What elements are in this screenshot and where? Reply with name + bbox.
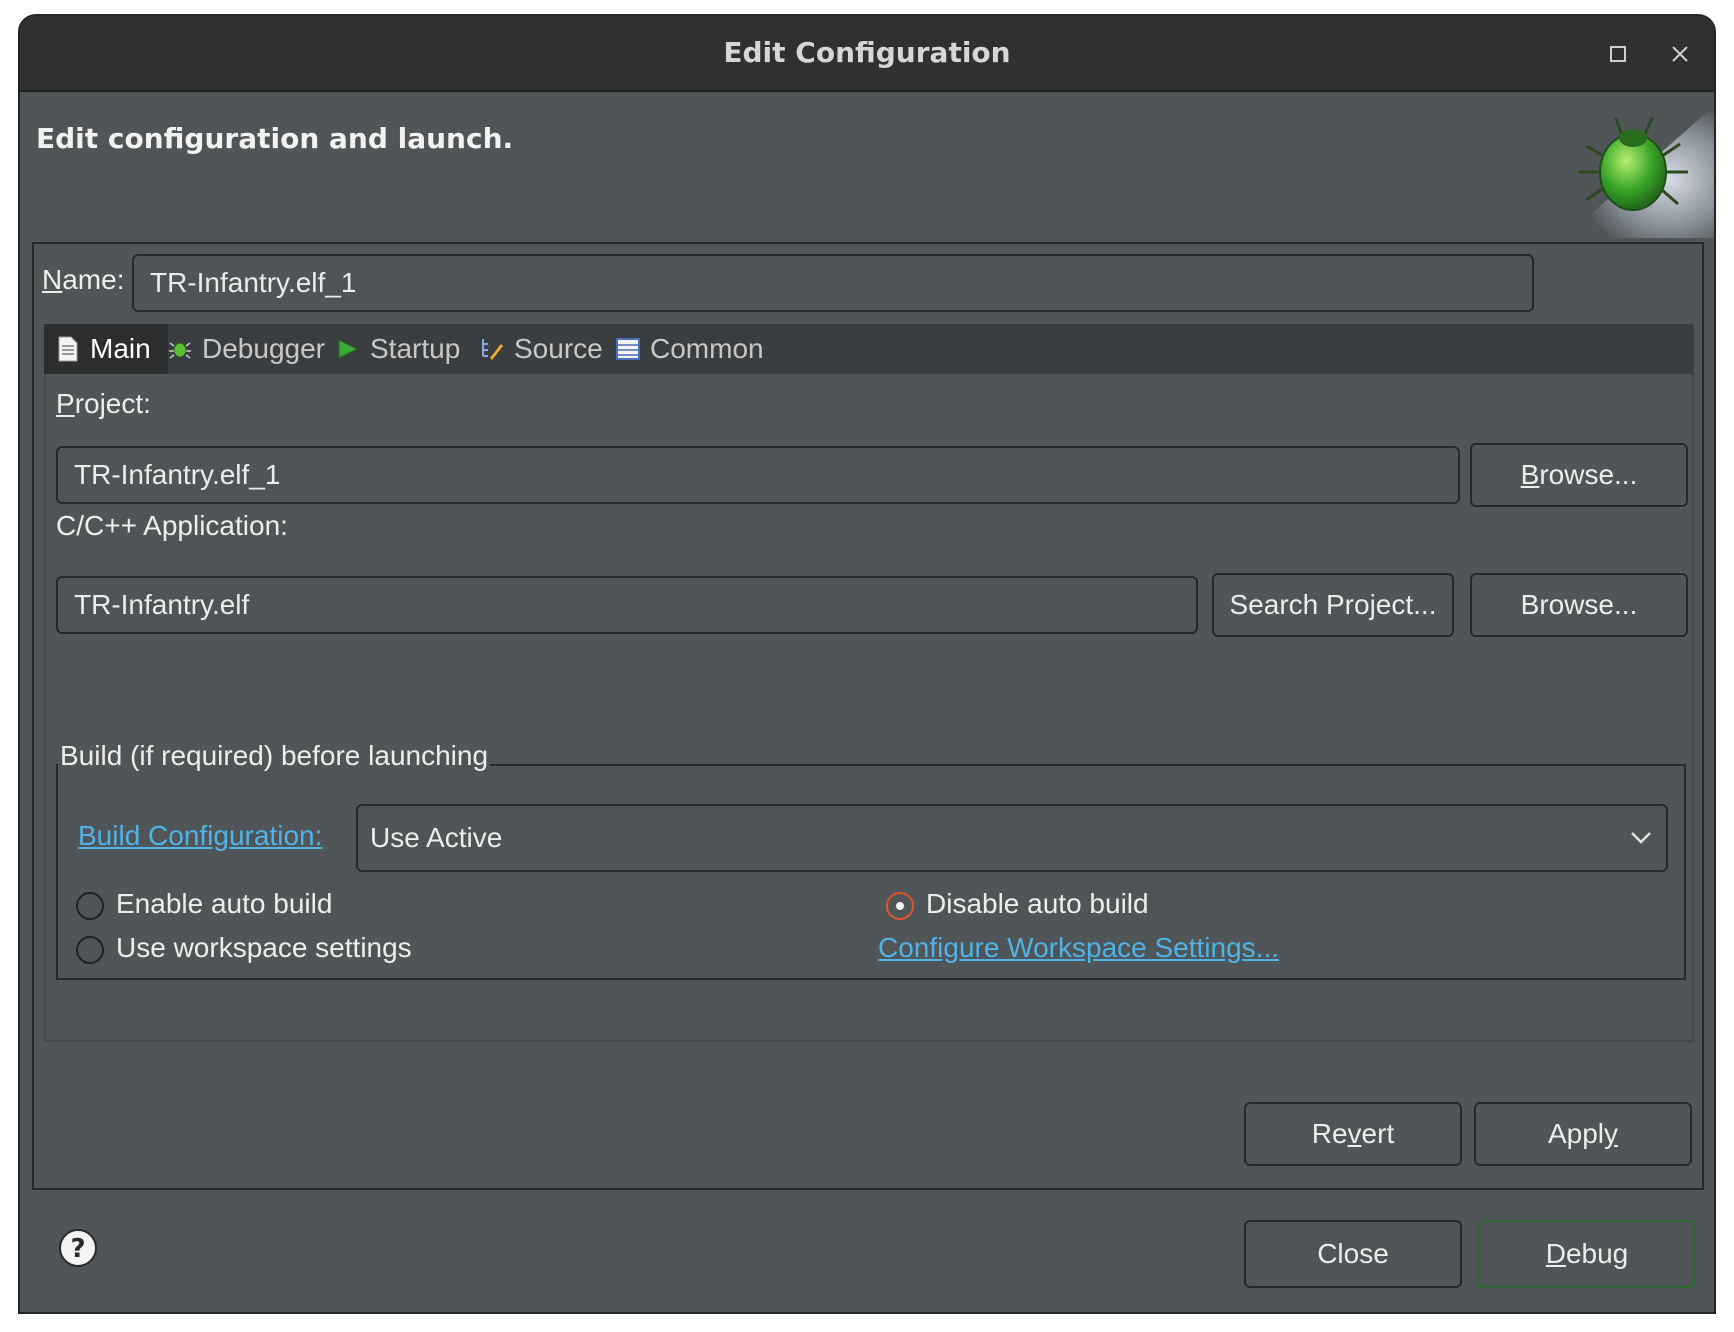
main-file-icon [58,336,78,362]
build-configuration-select[interactable]: Use Active [356,804,1668,872]
name-label: Name: [42,264,125,295]
main-tab-content: Project: TR-Infantry.elf_1 Browse... C/C… [44,374,1694,1042]
debug-button[interactable]: Debug [1478,1220,1696,1288]
configure-workspace-settings-link[interactable]: Configure Workspace Settings... [878,932,1279,964]
tab-bar: Main Debugger Startup Source Common [44,324,1694,374]
close-icon [1672,46,1688,62]
dialog-banner: Edit configuration and launch. [20,92,1714,238]
svg-text:?: ? [70,1234,85,1264]
common-table-icon [616,338,640,360]
apply-button[interactable]: Apply [1474,1102,1692,1166]
build-configuration-link[interactable]: Build Configuration: [78,820,322,852]
use-workspace-settings-radio[interactable] [76,936,104,964]
enable-auto-build-radio[interactable] [76,892,104,920]
tab-debugger[interactable]: Debugger [168,324,325,374]
configuration-panel: Name: TR-Infantry.elf_1 Main Debugger St… [32,242,1704,1190]
chevron-down-icon [1631,832,1651,844]
application-label: C/C++ Application: [56,510,288,541]
source-icon [482,339,503,360]
debugger-bug-icon [169,342,191,359]
disable-auto-build-radio[interactable] [886,892,914,920]
search-project-button[interactable]: Search Project... [1212,573,1454,637]
help-button[interactable]: ? [58,1228,98,1268]
startup-play-icon [338,339,359,359]
application-field[interactable]: TR-Infantry.elf [56,576,1198,634]
tab-common[interactable]: Common [616,324,764,374]
maximize-icon [1610,46,1626,62]
tab-source[interactable]: Source [480,324,603,374]
tab-main[interactable]: Main [44,324,168,374]
window-title: Edit Configuration [723,36,1011,69]
tab-startup[interactable]: Startup [336,324,460,374]
name-field[interactable]: TR-Infantry.elf_1 [132,254,1534,312]
enable-auto-build-label[interactable]: Enable auto build [116,888,332,920]
use-workspace-settings-label[interactable]: Use workspace settings [116,932,412,964]
edit-configuration-dialog: Edit Configuration Edit configuration an… [18,14,1716,1314]
debug-beetle-icon [1564,106,1714,238]
build-configuration-value: Use Active [370,822,503,853]
banner-heading: Edit configuration and launch. [36,122,514,155]
close-button[interactable]: Close [1244,1220,1462,1288]
application-browse-button[interactable]: Browse... [1470,573,1688,637]
revert-button[interactable]: Revert [1244,1102,1462,1166]
project-browse-button[interactable]: Browse... [1470,443,1688,507]
build-before-launch-group: Build (if required) before launching Bui… [56,740,1686,980]
title-bar: Edit Configuration [20,16,1714,92]
disable-auto-build-label[interactable]: Disable auto build [926,888,1149,920]
maximize-button[interactable] [1598,34,1638,74]
close-window-button[interactable] [1660,34,1700,74]
build-group-title: Build (if required) before launching [58,740,491,772]
project-label: Project: [56,388,151,419]
help-icon: ? [59,1229,97,1267]
project-field[interactable]: TR-Infantry.elf_1 [56,446,1460,504]
